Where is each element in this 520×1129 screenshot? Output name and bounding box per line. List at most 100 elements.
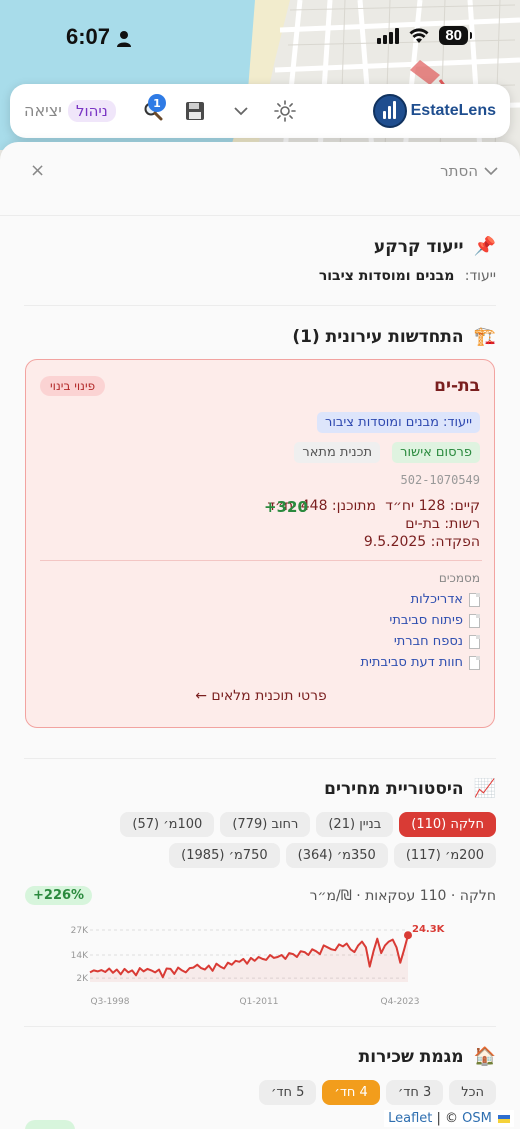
plan-number: 502-1070549 — [400, 473, 480, 487]
document-link[interactable]: פיתוח סביבתי — [389, 613, 480, 628]
price-chip-parcel[interactable]: חלקה (110) — [399, 812, 496, 837]
rentals-title-text: מגמת שכירות — [358, 1046, 464, 1067]
zoning-section-title: 📌 ייעוד קרקע — [374, 236, 496, 257]
divider — [24, 758, 496, 759]
save-button[interactable] — [182, 98, 208, 124]
chevron-down-icon — [484, 166, 498, 175]
exit-button[interactable]: יציאה — [24, 101, 62, 120]
person-icon — [117, 31, 131, 47]
price-chip-building[interactable]: בניין (21) — [316, 812, 394, 837]
theme-toggle-button[interactable] — [272, 98, 298, 124]
document-icon — [469, 613, 480, 628]
price-chip-100m[interactable]: 100מ׳ (57) — [120, 812, 215, 837]
document-icon — [469, 655, 480, 670]
close-button[interactable]: × — [30, 160, 45, 181]
chevron-down-icon — [234, 107, 248, 116]
price-chart-svg: 2K 14K 27K 24.3K Q3-1998 Q1-2011 Q4-2023 — [71, 924, 446, 1007]
chip-count: (1985) — [181, 848, 225, 863]
price-chip-street[interactable]: רחוב (779) — [220, 812, 311, 837]
rentals-section-title: 🏠 מגמת שכירות — [359, 1046, 496, 1067]
plan-status-badge: פרסום אישור — [392, 442, 480, 463]
status-bar: 6:07 80 — [0, 0, 520, 80]
pushpin-icon: 📌 — [473, 236, 496, 257]
divider — [24, 1026, 496, 1027]
zoning-label: ייעוד: — [464, 268, 496, 284]
price-history-title-text: היסטוריית מחירים — [324, 778, 464, 799]
x-tick-label: Q4-2023 — [381, 997, 420, 1007]
rooms-chip-4[interactable]: 4 חד׳ — [322, 1080, 380, 1105]
document-link[interactable]: אדריכלות — [411, 592, 480, 607]
document-label: חוות דעת סביבתית — [360, 655, 463, 670]
app-logo[interactable]: EstateLens — [372, 94, 496, 128]
plan-units-delta: +320 — [264, 498, 308, 516]
document-icon — [469, 592, 480, 607]
rental-growth-badge — [25, 1120, 75, 1129]
renewal-section-title: 🏗️ התחדשות עירונית (1) — [292, 326, 496, 347]
renewal-title-text: התחדשות עירונית (1) — [292, 326, 464, 347]
x-tick-label: Q1-2011 — [240, 997, 279, 1007]
plan-zoning-badge: ייעוד: מבנים ומוסדות ציבור — [317, 412, 480, 433]
zoning-title-text: ייעוד קרקע — [373, 236, 464, 257]
wifi-icon — [409, 27, 429, 43]
ukraine-flag-icon — [498, 1114, 510, 1123]
divider — [24, 305, 496, 306]
divider — [40, 560, 482, 561]
renewal-plan-card[interactable]: בת-ים פינוי בינוי ייעוד: מבנים ומוסדות צ… — [25, 359, 495, 728]
floppy-disk-icon — [186, 102, 204, 120]
search-count-badge: 1 — [148, 94, 166, 112]
price-chart[interactable]: 2K 14K 27K 24.3K Q3-1998 Q1-2011 Q4-2023 — [24, 916, 496, 1012]
chip-label: 350מ׳ — [336, 848, 376, 863]
chip-count: (117) — [405, 848, 441, 863]
price-meta: חלקה · 110 עסקאות · ₪/מ״ר — [309, 888, 496, 904]
manage-button[interactable]: ניהול — [68, 100, 116, 122]
osm-link[interactable]: OSM — [462, 1111, 492, 1126]
document-label: פיתוח סביבתי — [389, 613, 463, 628]
hide-panel-button[interactable]: הסתר — [440, 162, 498, 180]
price-chip-750m[interactable]: 750מ׳ (1985) — [169, 843, 280, 868]
last-value-label: 24.3K — [412, 924, 446, 935]
rooms-chip-all[interactable]: הכל — [449, 1080, 496, 1105]
document-link[interactable]: חוות דעת סביבתית — [360, 655, 480, 670]
x-tick-label: Q3-1998 — [91, 997, 130, 1007]
chip-label: 750מ׳ — [228, 848, 268, 863]
map-attribution: Leaflet | © OSM — [384, 1110, 514, 1127]
attribution-separator: | © — [432, 1111, 463, 1126]
plan-type-badge: פינוי בינוי — [40, 376, 106, 396]
price-chip-200m[interactable]: 200מ׳ (117) — [393, 843, 496, 868]
panel-header: הסתר × — [0, 142, 520, 216]
chip-label: 100מ׳ — [163, 817, 203, 832]
chip-label: 200מ׳ — [444, 848, 484, 863]
rooms-chip-5[interactable]: 5 חד׳ — [259, 1080, 317, 1105]
plan-kind-badge: תכנית מתאר — [294, 442, 380, 463]
chip-label: רחוב — [271, 817, 299, 832]
chip-count: (110) — [411, 817, 447, 832]
price-chip-350m[interactable]: 350מ׳ (364) — [285, 843, 388, 868]
hide-panel-label: הסתר — [440, 162, 478, 180]
leaflet-link[interactable]: Leaflet — [388, 1111, 432, 1126]
document-icon — [469, 634, 480, 649]
sun-icon — [274, 100, 296, 122]
y-tick-label: 14K — [71, 951, 89, 961]
rooms-chip-3[interactable]: 3 חד׳ — [385, 1080, 444, 1105]
logo-bars-icon — [372, 94, 407, 128]
plan-authority: רשות: בת-ים — [405, 516, 480, 532]
plan-details-link[interactable]: פרטי תוכנית מלאים ← — [26, 688, 496, 704]
chip-count: (21) — [328, 817, 356, 832]
chip-label: בניין — [359, 817, 382, 832]
cellular-signal-icon — [377, 27, 400, 44]
expand-button[interactable] — [228, 98, 254, 124]
y-tick-label: 27K — [71, 926, 89, 936]
status-time: 6:07 — [66, 24, 111, 49]
zoning-row: ייעוד: מבנים ומוסדות ציבור — [319, 268, 496, 284]
price-history-section-title: 📈 היסטוריית מחירים — [324, 778, 496, 799]
rooms-filter-chips: הכל 3 חד׳ 4 חד׳ 5 חד׳ — [259, 1080, 496, 1105]
plan-existing: קיים: 128 יח״ד — [385, 498, 480, 514]
last-point — [404, 931, 412, 940]
details-panel: הסתר × 📌 ייעוד קרקע ייעוד: מבנים ומוסדות… — [0, 142, 520, 1129]
price-scope-chips: חלקה (110) בניין (21) רחוב (779) 100מ׳ (… — [24, 812, 496, 868]
document-label: נספח חברתי — [393, 634, 463, 649]
house-icon: 🏠 — [473, 1046, 496, 1067]
construction-crane-icon: 🏗️ — [473, 326, 496, 347]
logo-text: EstateLens — [410, 102, 496, 119]
document-link[interactable]: נספח חברתי — [394, 634, 480, 649]
